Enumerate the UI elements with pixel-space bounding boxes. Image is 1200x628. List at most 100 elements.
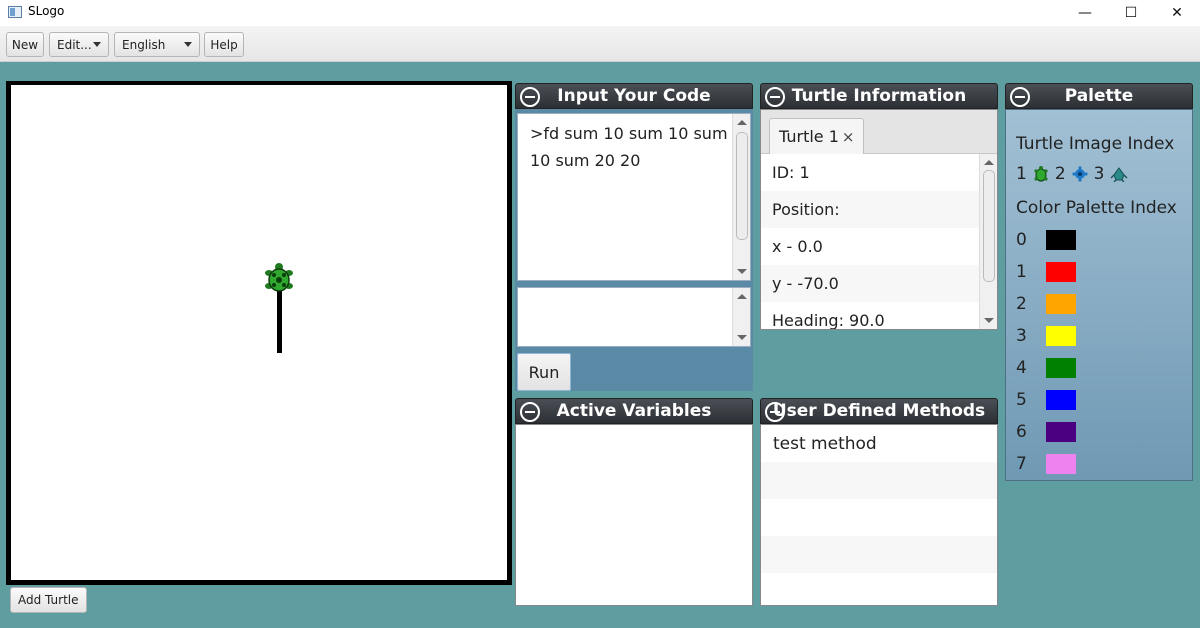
input-panel-body: >fd sum 10 sum 10 sum 10 sum 20 20 Run [515, 109, 753, 391]
panel-header[interactable]: Active Variables [515, 398, 753, 424]
close-icon: ✕ [1171, 5, 1183, 21]
color-index-label: 0 [1016, 230, 1027, 250]
image-index-label: 1 [1016, 164, 1027, 184]
help-button[interactable]: Help [204, 32, 244, 57]
collapse-icon[interactable] [1010, 87, 1030, 107]
color-swatch [1046, 358, 1076, 378]
turtle-icon[interactable] [263, 263, 295, 295]
image-index-label: 2 [1054, 164, 1066, 184]
image-index-label: 3 [1093, 164, 1105, 184]
language-select[interactable]: English [114, 32, 200, 57]
tab-close-icon[interactable]: × [842, 128, 855, 146]
color-row-4: 4 [1016, 352, 1136, 384]
toolbar: New Edit... English Help [0, 26, 1200, 62]
panel-title: Input Your Code [557, 86, 711, 106]
color-index-label: 5 [1016, 390, 1027, 410]
minimize-button[interactable]: — [1062, 0, 1108, 26]
list-item-empty [761, 499, 997, 536]
color-row-0: 0 [1016, 224, 1136, 256]
code-history-area[interactable]: >fd sum 10 sum 10 sum 10 sum 20 20 [517, 113, 751, 281]
image-index-row: 1 2 3 [1016, 164, 1134, 184]
code-entry-field[interactable] [517, 287, 751, 347]
edit-menu[interactable]: Edit... [49, 32, 109, 57]
edit-menu-label: Edit... [57, 37, 92, 52]
info-row: x - 0.0 [772, 237, 823, 256]
list-item[interactable]: test method [761, 425, 997, 462]
code-history-text: >fd sum 10 sum 10 sum 10 sum 20 20 [530, 124, 728, 170]
collapse-icon[interactable] [765, 402, 785, 422]
scrollbar[interactable] [732, 114, 750, 280]
info-row: Heading: 90.0 [772, 311, 885, 329]
panel-title: User Defined Methods [772, 401, 986, 421]
language-value: English [122, 37, 166, 52]
turtle-green-icon [1034, 166, 1048, 182]
list-item-empty [761, 462, 997, 499]
color-row-3: 3 [1016, 320, 1136, 352]
collapse-icon[interactable] [520, 87, 540, 107]
turtle-info-body: Turtle 1 × ID: 1 Position: x - 0.0 y - -… [760, 109, 998, 330]
color-swatch [1046, 390, 1076, 410]
close-button[interactable]: ✕ [1154, 0, 1200, 26]
turtle-canvas-frame [6, 81, 512, 585]
color-index-label: 1 [1016, 262, 1027, 282]
scroll-down-icon[interactable] [984, 318, 994, 323]
scroll-up-icon[interactable] [737, 294, 747, 299]
panel-title: Palette [1064, 86, 1134, 106]
new-button[interactable]: New [6, 32, 44, 57]
scroll-thumb[interactable] [983, 170, 995, 282]
variables-list[interactable] [515, 424, 753, 606]
active-variables-panel: Active Variables [515, 398, 753, 606]
color-index-label: 4 [1016, 358, 1027, 378]
maximize-button[interactable]: ☐ [1108, 0, 1154, 26]
scroll-thumb[interactable] [736, 132, 748, 240]
palette-body: Turtle Image Index 1 2 3 Color Palette I… [1005, 109, 1193, 481]
list-item-empty [761, 536, 997, 573]
color-row-5: 5 [1016, 384, 1136, 416]
color-swatch [1046, 294, 1076, 314]
color-swatch [1046, 230, 1076, 250]
collapse-icon[interactable] [520, 402, 540, 422]
window-title: SLogo [28, 4, 65, 18]
scrollbar[interactable] [732, 288, 750, 346]
chevron-down-icon [184, 42, 192, 47]
user-methods-panel: User Defined Methods test method [760, 398, 998, 606]
info-row: ID: 1 [772, 163, 810, 182]
color-row-1: 1 [1016, 256, 1136, 288]
run-button[interactable]: Run [517, 353, 571, 391]
tab-turtle-1[interactable]: Turtle 1 × [769, 118, 865, 154]
scrollbar[interactable] [979, 154, 997, 329]
scroll-up-icon[interactable] [984, 160, 994, 165]
panel-header[interactable]: Palette [1005, 83, 1193, 109]
app-icon [8, 6, 22, 18]
color-swatch [1046, 454, 1076, 474]
scroll-up-icon[interactable] [737, 120, 747, 125]
add-turtle-button[interactable]: Add Turtle [10, 587, 87, 613]
tab-label: Turtle 1 [779, 127, 839, 146]
panel-title: Active Variables [556, 401, 712, 421]
color-row-2: 2 [1016, 288, 1136, 320]
color-index-label: 2 [1016, 294, 1027, 314]
turtle-info-list: ID: 1 Position: x - 0.0 y - -70.0 Headin… [761, 154, 997, 329]
main-area: Add Turtle Input Your Code >fd sum 10 su… [0, 62, 1200, 628]
color-row-7: 7 [1016, 448, 1136, 480]
info-row: Position: [761, 191, 997, 228]
panel-title: Turtle Information [791, 86, 967, 106]
collapse-icon[interactable] [765, 87, 785, 107]
scroll-down-icon[interactable] [737, 335, 747, 340]
color-swatch [1046, 262, 1076, 282]
turtle-blue-icon [1072, 166, 1088, 182]
color-row-6: 6 [1016, 416, 1136, 448]
info-row: y - -70.0 [761, 265, 997, 302]
color-swatch [1046, 422, 1076, 442]
scroll-down-icon[interactable] [737, 269, 747, 274]
turtle-info-panel: Turtle Information Turtle 1 × ID: 1 Posi… [760, 83, 998, 330]
color-index-label: 3 [1016, 326, 1027, 346]
panel-header[interactable]: Input Your Code [515, 83, 753, 109]
panel-header[interactable]: Turtle Information [760, 83, 998, 109]
turtle-pen-trail [277, 287, 282, 353]
color-index-heading: Color Palette Index [1016, 198, 1177, 218]
tab-bar: Turtle 1 × [761, 110, 997, 154]
turtle-canvas[interactable] [11, 85, 507, 580]
panel-header[interactable]: User Defined Methods [760, 398, 998, 424]
color-swatch [1046, 326, 1076, 346]
